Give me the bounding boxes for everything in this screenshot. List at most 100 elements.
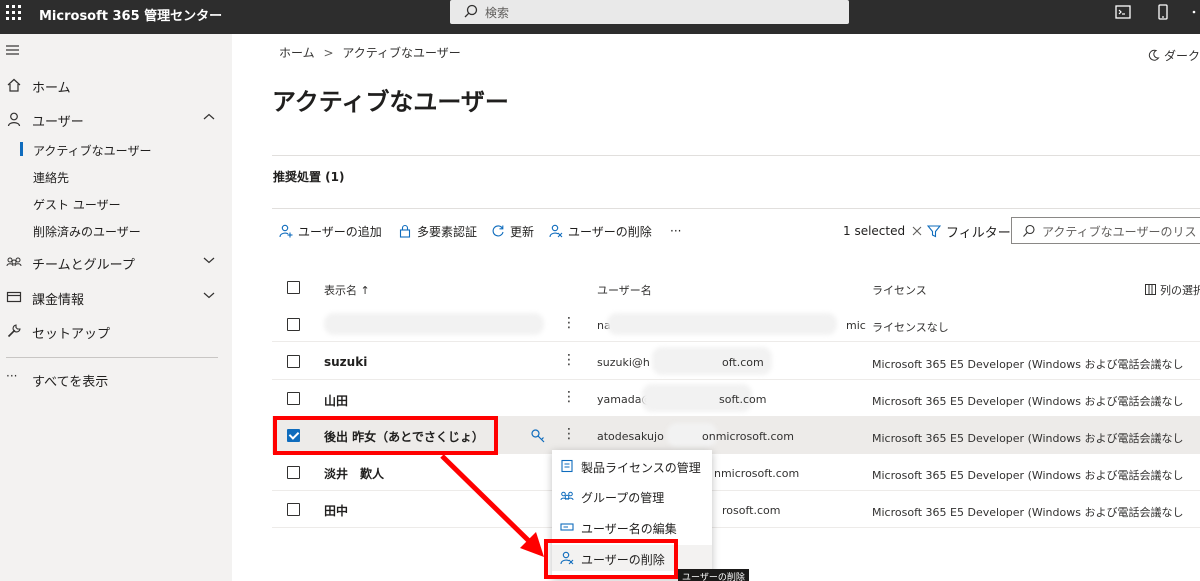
- row-license: Microsoft 365 E5 Developer (Windows および電…: [872, 395, 1184, 408]
- table-row[interactable]: ⋮ na mic ライセンスなし: [272, 305, 1200, 342]
- highlight-box-user: [273, 416, 498, 455]
- sidebar-item-show-all[interactable]: ··· すべてを表示: [0, 366, 232, 392]
- menu-item-label: グループの管理: [581, 491, 665, 505]
- row-license: Microsoft 365 E5 Developer (Windows および電…: [872, 358, 1184, 371]
- refresh-button[interactable]: 更新: [491, 222, 534, 240]
- sidebar-subitem-contacts[interactable]: 連絡先: [33, 169, 69, 186]
- selection-count-label: 1 selected: [843, 224, 906, 238]
- delete-user-icon: [549, 224, 563, 238]
- row-display-name[interactable]: suzuki: [324, 355, 367, 369]
- row-display-name[interactable]: 山田: [324, 392, 348, 409]
- filter-label: フィルター: [946, 225, 1011, 241]
- sidebar-item-setup[interactable]: セットアップ: [0, 318, 232, 344]
- table-row[interactable]: 山田 ⋮ yamada@ soft.com Microsoft 365 E5 D…: [272, 380, 1200, 417]
- row-checkbox[interactable]: [287, 318, 300, 331]
- overflow-icon[interactable]: [1188, 4, 1200, 20]
- sidebar-item-teams-groups[interactable]: チームとグループ: [0, 249, 232, 275]
- row-username-suffix: soft.com: [719, 393, 767, 406]
- clear-selection-icon[interactable]: [911, 225, 923, 237]
- ellipsis-icon: ···: [6, 369, 18, 383]
- user-list-search-placeholder: アクティブなユーザーのリス: [1042, 225, 1197, 239]
- group-icon: [560, 491, 574, 501]
- column-header-username[interactable]: ユーザー名: [597, 282, 652, 298]
- refresh-icon: [492, 225, 504, 237]
- highlight-box-delete: [544, 539, 678, 579]
- columns-icon: [1145, 284, 1156, 295]
- row-license: Microsoft 365 E5 Developer (Windows および電…: [872, 432, 1184, 445]
- select-all-checkbox[interactable]: [287, 281, 300, 294]
- app-launcher-icon[interactable]: [4, 3, 22, 21]
- search-placeholder: 検索: [485, 6, 510, 20]
- table-row[interactable]: 淡井 歎人 nmicrosoft.com Microsoft 365 E5 De…: [272, 454, 1200, 491]
- row-username: suzuki@h: [597, 356, 650, 369]
- top-bar: Microsoft 365 管理センター 検索: [0, 0, 1200, 34]
- sidebar-item-label: セットアップ: [32, 327, 111, 342]
- row-display-name[interactable]: 田中: [324, 502, 348, 519]
- moon-icon: [1148, 49, 1160, 61]
- app-title[interactable]: Microsoft 365 管理センター: [39, 5, 222, 24]
- sidebar-divider: [6, 357, 218, 358]
- row-display-name[interactable]: 淡井 歎人: [324, 465, 384, 482]
- row-more-button[interactable]: ⋮: [562, 426, 576, 442]
- terminal-icon[interactable]: [1114, 4, 1132, 20]
- column-chooser-button[interactable]: 列の選択: [1145, 282, 1200, 298]
- recommended-actions[interactable]: 推奨処置 (1): [273, 168, 345, 185]
- delete-user-label: ユーザーの削除: [568, 224, 652, 239]
- column-header-display-name[interactable]: 表示名 ↑: [324, 282, 370, 298]
- chevron-down-icon: [203, 292, 215, 299]
- key-icon[interactable]: [530, 428, 546, 444]
- tooltip: ユーザーの削除: [678, 569, 749, 581]
- filter-icon: [927, 225, 941, 238]
- add-user-icon: [279, 224, 293, 238]
- menu-item-label: ユーザー名の編集: [581, 522, 677, 536]
- add-user-button[interactable]: ユーザーの追加: [279, 222, 382, 240]
- active-indicator: [20, 142, 23, 156]
- filter-button[interactable]: フィルター: [927, 222, 1011, 241]
- row-checkbox[interactable]: [287, 466, 300, 479]
- row-more-button[interactable]: ⋮: [562, 352, 576, 368]
- column-chooser-label: 列の選択: [1160, 284, 1200, 297]
- sidebar-item-billing[interactable]: 課金情報: [0, 284, 232, 310]
- mfa-label: 多要素認証: [417, 224, 478, 239]
- table-row[interactable]: 田中 rosoft.com Microsoft 365 E5 Developer…: [272, 491, 1200, 528]
- edit-username-icon: [560, 523, 574, 531]
- more-commands-button[interactable]: ···: [670, 222, 681, 240]
- dark-mode-label: ダーク: [1164, 49, 1200, 63]
- breadcrumb-home[interactable]: ホーム: [279, 46, 315, 60]
- sidebar-item-home[interactable]: ホーム: [0, 72, 232, 98]
- sidebar-item-users[interactable]: ユーザー: [0, 106, 232, 132]
- mfa-button[interactable]: 多要素認証: [398, 222, 477, 240]
- divider: [272, 155, 1200, 156]
- breadcrumb-separator: >: [323, 46, 334, 60]
- hamburger-menu-icon[interactable]: [6, 44, 20, 56]
- table-row[interactable]: suzuki ⋮ suzuki@h oft.com Microsoft 365 …: [272, 343, 1200, 380]
- user-list-search-input[interactable]: アクティブなユーザーのリス: [1011, 217, 1200, 244]
- global-search-input[interactable]: 検索: [450, 0, 849, 24]
- chevron-up-icon: [203, 113, 215, 120]
- column-header-license[interactable]: ライセンス: [872, 282, 927, 298]
- user-icon: [7, 112, 21, 127]
- mobile-icon[interactable]: [1154, 4, 1172, 20]
- row-checkbox[interactable]: [287, 503, 300, 516]
- row-more-button[interactable]: ⋮: [562, 389, 576, 405]
- sidebar-subitem-active-users[interactable]: アクティブなユーザー: [33, 142, 151, 159]
- menu-item-manage-licenses[interactable]: 製品ライセンスの管理: [552, 453, 712, 479]
- row-checkbox[interactable]: [287, 355, 300, 368]
- sidebar-subitem-guest-users[interactable]: ゲスト ユーザー: [33, 196, 121, 213]
- row-checkbox[interactable]: [287, 392, 300, 405]
- search-icon: [1023, 224, 1035, 237]
- row-username-suffix: rosoft.com: [722, 504, 781, 517]
- menu-item-edit-username[interactable]: ユーザー名の編集: [552, 514, 712, 540]
- dark-mode-toggle[interactable]: ダーク: [1148, 47, 1200, 64]
- sidebar-item-label: すべてを表示: [32, 375, 109, 390]
- menu-item-manage-groups[interactable]: グループの管理: [552, 483, 712, 509]
- delete-user-button[interactable]: ユーザーの削除: [549, 222, 652, 240]
- chevron-down-icon: [203, 257, 215, 264]
- row-license: Microsoft 365 E5 Developer (Windows および電…: [872, 506, 1184, 519]
- menu-item-label: 製品ライセンスの管理: [581, 461, 701, 475]
- row-username-suffix: onmicrosoft.com: [702, 430, 794, 443]
- row-more-button[interactable]: ⋮: [562, 315, 576, 331]
- sidebar-subitem-deleted-users[interactable]: 削除済みのユーザー: [33, 223, 141, 240]
- row-license: Microsoft 365 E5 Developer (Windows および電…: [872, 469, 1184, 482]
- row-license: ライセンスなし: [872, 321, 949, 334]
